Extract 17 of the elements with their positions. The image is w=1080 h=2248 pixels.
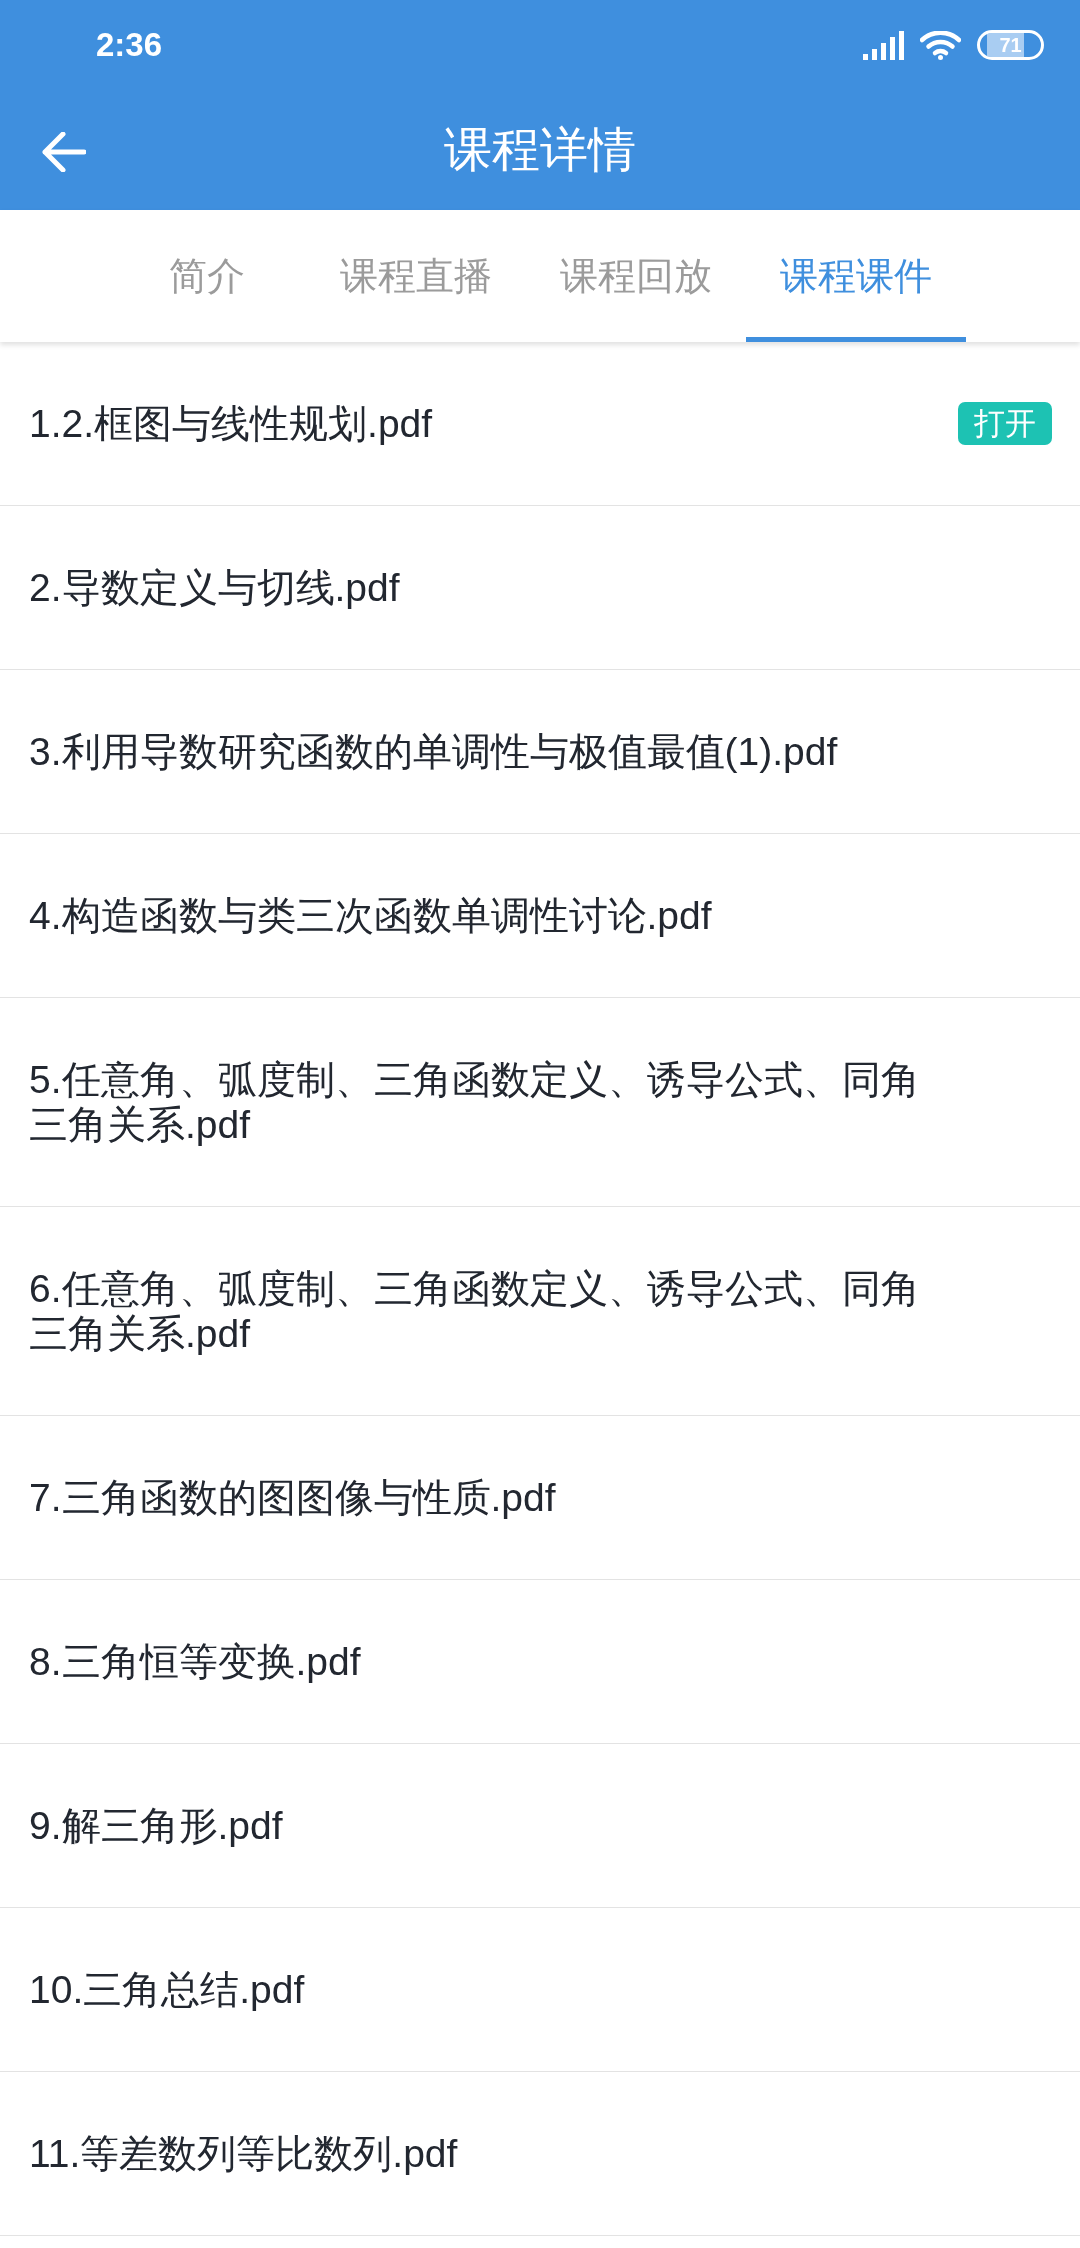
file-name[interactable]: 11.等差数列等比数列.pdf xyxy=(29,2131,458,2176)
file-name[interactable]: 10.三角总结.pdf xyxy=(29,1967,305,2012)
file-name[interactable]: 3.利用导数研究函数的单调性与极值最值(1).pdf xyxy=(29,729,838,774)
file-name[interactable]: 1.2.框图与线性规划.pdf xyxy=(29,401,433,446)
wifi-icon xyxy=(920,30,961,60)
signal-icon xyxy=(863,30,904,60)
file-name[interactable]: 5.任意角、弧度制、三角函数定义、诱导公式、同角三角关系.pdf xyxy=(29,1057,934,1147)
file-name[interactable]: 6.任意角、弧度制、三角函数定义、诱导公式、同角三角关系.pdf xyxy=(29,1266,934,1356)
file-name[interactable]: 9.解三角形.pdf xyxy=(29,1803,283,1848)
arrow-left-icon xyxy=(42,132,86,172)
file-name[interactable]: 2.导数定义与切线.pdf xyxy=(29,565,400,610)
page-title: 课程详情 xyxy=(444,122,636,178)
file-name[interactable]: 4.构造函数与类三次函数单调性讨论.pdf xyxy=(29,893,712,938)
battery-indicator: 71 xyxy=(977,30,1044,60)
file-name[interactable]: 8.三角恒等变换.pdf xyxy=(29,1639,361,1684)
status-time: 2:36 xyxy=(96,26,163,64)
file-name[interactable]: 7.三角函数的图图像与性质.pdf xyxy=(29,1475,556,1520)
